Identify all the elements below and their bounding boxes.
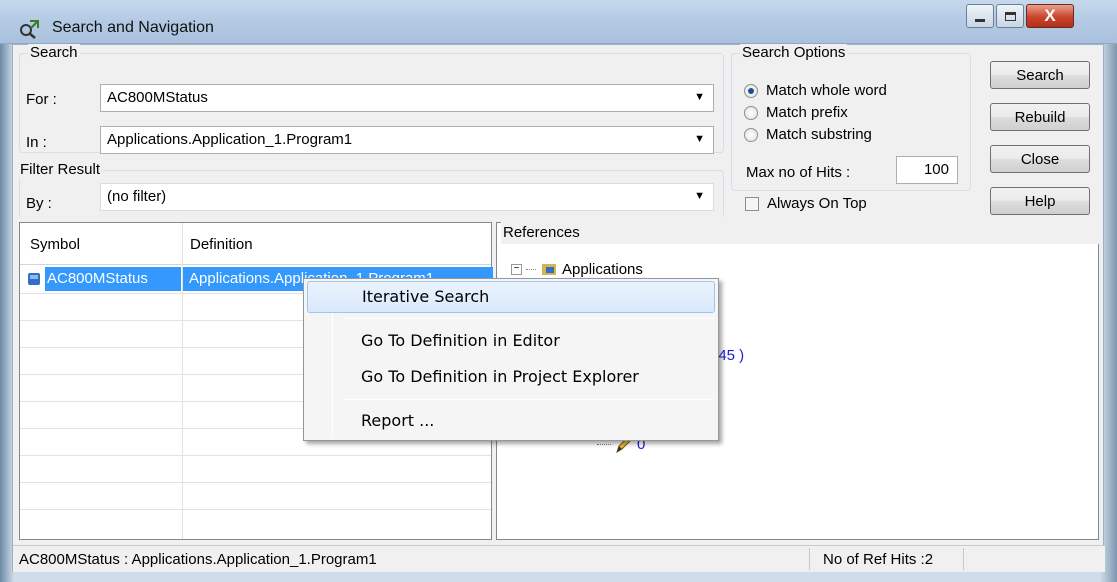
- dropdown-arrow-icon: ▼: [694, 91, 705, 103]
- tree-node-applications[interactable]: − Applications: [511, 260, 643, 278]
- tree-connector: [597, 443, 611, 445]
- radio-icon: [744, 105, 758, 120]
- rebuild-button[interactable]: Rebuild: [990, 103, 1090, 131]
- status-divider: [963, 548, 964, 570]
- menu-item-report[interactable]: Report ...: [307, 405, 715, 437]
- always-on-top-checkbox[interactable]: Always On Top: [745, 195, 867, 212]
- filter-group: Filter Result By : (no filter) ▼: [18, 161, 724, 218]
- close-icon: X: [1044, 6, 1056, 25]
- minimize-icon: [975, 18, 985, 22]
- help-button[interactable]: Help: [990, 187, 1090, 215]
- search-group: Search For : AC800MStatus ▼ In : Applica…: [19, 44, 724, 154]
- search-group-label: Search: [28, 44, 80, 61]
- search-for-value: AC800MStatus: [107, 89, 208, 106]
- option-label: Match prefix: [766, 104, 848, 121]
- search-options-group: Search Options Match whole word Match pr…: [731, 44, 971, 191]
- menu-item-iterative-search[interactable]: Iterative Search: [307, 281, 715, 313]
- grid-header: Symbol Definition: [20, 223, 491, 265]
- menu-item-go-to-definition-editor[interactable]: Go To Definition in Editor: [307, 325, 715, 357]
- option-match-substring[interactable]: Match substring: [744, 126, 872, 143]
- window-close-button[interactable]: X: [1026, 4, 1074, 28]
- dropdown-arrow-icon: ▼: [694, 133, 705, 145]
- minimize-button[interactable]: [966, 4, 994, 28]
- filter-group-label: Filter Result: [18, 161, 103, 178]
- column-header-definition[interactable]: Definition: [190, 236, 253, 253]
- status-definition: AC800MStatus : Applications.Application_…: [19, 551, 377, 568]
- search-button[interactable]: Search: [990, 61, 1090, 89]
- title-bar: Search and Navigation X: [0, 0, 1117, 44]
- radio-icon: [744, 127, 758, 142]
- option-match-whole-word[interactable]: Match whole word: [744, 82, 887, 99]
- references-label: References: [501, 222, 1102, 244]
- close-button[interactable]: Close: [990, 145, 1090, 173]
- tree-connector: [526, 268, 536, 270]
- menu-separator: [344, 399, 714, 400]
- context-menu: Iterative Search Go To Definition in Edi…: [303, 278, 719, 441]
- column-header-symbol[interactable]: Symbol: [30, 236, 80, 253]
- row-divider: [20, 482, 491, 483]
- option-match-prefix[interactable]: Match prefix: [744, 104, 848, 121]
- tree-node-label: Applications: [562, 260, 643, 278]
- search-navigation-app-icon: [20, 20, 39, 39]
- radio-icon: [744, 83, 758, 98]
- status-divider: [809, 548, 810, 570]
- variable-icon: [28, 273, 40, 285]
- filter-by-value: (no filter): [107, 188, 167, 205]
- max-hits-value: 100: [923, 161, 949, 178]
- filter-by-combo[interactable]: (no filter) ▼: [100, 183, 714, 211]
- search-for-combo[interactable]: AC800MStatus ▼: [100, 84, 714, 112]
- for-label: For :: [26, 91, 57, 108]
- checkbox-icon: [745, 196, 759, 211]
- search-in-value: Applications.Application_1.Program1: [107, 131, 353, 148]
- max-hits-label: Max no of Hits :: [746, 164, 851, 181]
- search-options-label: Search Options: [740, 44, 848, 61]
- row-divider: [20, 509, 491, 510]
- ref-hits-count: No of Ref Hits :2: [823, 551, 934, 568]
- symbol-cell[interactable]: AC800MStatus: [45, 267, 181, 291]
- collapse-icon[interactable]: −: [511, 263, 522, 275]
- menu-item-go-to-definition-project-explorer[interactable]: Go To Definition in Project Explorer: [307, 361, 715, 393]
- always-on-top-label: Always On Top: [767, 195, 867, 212]
- window-title: Search and Navigation: [52, 19, 214, 36]
- menu-separator: [344, 318, 714, 319]
- status-bar: AC800MStatus : Applications.Application_…: [13, 545, 1105, 572]
- maximize-icon: [1004, 11, 1016, 21]
- in-label: In :: [26, 134, 47, 151]
- applications-folder-icon: [542, 264, 556, 275]
- option-label: Match substring: [766, 126, 872, 143]
- row-divider: [20, 455, 491, 456]
- option-label: Match whole word: [766, 82, 887, 99]
- max-hits-input[interactable]: 100: [896, 156, 958, 184]
- dropdown-arrow-icon: ▼: [694, 190, 705, 202]
- search-in-combo[interactable]: Applications.Application_1.Program1 ▼: [100, 126, 714, 154]
- maximize-button[interactable]: [996, 4, 1024, 28]
- by-label: By :: [26, 195, 52, 212]
